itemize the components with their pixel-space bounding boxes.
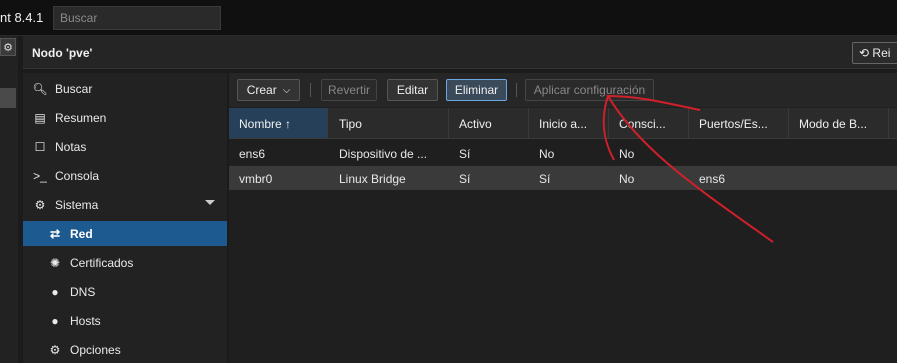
cogs-icon: ⚙ bbox=[34, 197, 46, 212]
create-label: Crear bbox=[246, 83, 277, 97]
column-header-name[interactable]: Nombre ↑ bbox=[229, 108, 328, 138]
cell-active: Sí bbox=[459, 147, 471, 161]
app-title: nt 8.4.1 bbox=[0, 10, 44, 25]
menu-label: Buscar bbox=[55, 81, 93, 96]
column-header-ports[interactable]: Puertos/Es... bbox=[689, 108, 789, 138]
cell-bond-mode bbox=[789, 166, 889, 190]
resource-tree-strip bbox=[0, 36, 18, 363]
menu-label: DNS bbox=[70, 284, 96, 299]
gear-icon: ⚙ bbox=[49, 342, 61, 357]
column-header-autostart[interactable]: Inicio a... bbox=[529, 108, 609, 138]
menu-item-hosts[interactable]: ● Hosts bbox=[23, 308, 227, 333]
table-row[interactable]: vmbr0 Linux Bridge Sí Sí No ens6 bbox=[229, 166, 897, 190]
menu-label: Notas bbox=[55, 139, 87, 154]
node-menu: 🔍︎ Buscar ▤ Resumen ☐ Notas >_ Consola ⚙… bbox=[23, 73, 227, 363]
exchange-icon: ⇄ bbox=[49, 226, 61, 241]
cell-vlan-aware: No bbox=[619, 172, 635, 186]
apply-config-button[interactable]: Aplicar configuración bbox=[525, 79, 654, 101]
reboot-button[interactable]: ⟲ Rei bbox=[852, 42, 897, 64]
menu-item-buscar[interactable]: 🔍︎ Buscar bbox=[23, 76, 227, 101]
cell-name: ens6 bbox=[239, 147, 266, 161]
menu-label: Opciones bbox=[70, 342, 121, 357]
menu-label: Resumen bbox=[55, 110, 107, 125]
column-header-active[interactable]: Activo bbox=[449, 108, 529, 138]
menu-item-resumen[interactable]: ▤ Resumen bbox=[23, 105, 227, 130]
globe-icon: ● bbox=[51, 313, 59, 328]
terminal-icon: >_ bbox=[33, 168, 47, 183]
menu-label: Consola bbox=[55, 168, 100, 183]
cell-name: vmbr0 bbox=[239, 172, 273, 186]
cell-active: Sí bbox=[459, 172, 471, 186]
menu-item-red[interactable]: ⇄ Red bbox=[23, 221, 227, 246]
gear-icon[interactable]: ⚙ bbox=[0, 38, 16, 56]
table-row[interactable]: ens6 Dispositivo de ... Sí No No bbox=[229, 141, 897, 165]
menu-label: Red bbox=[70, 226, 93, 241]
menu-item-sistema[interactable]: ⚙ Sistema bbox=[23, 192, 227, 217]
global-search-input[interactable]: Buscar bbox=[53, 6, 221, 30]
revert-button[interactable]: Revertir bbox=[321, 79, 377, 101]
cell-ports: ens6 bbox=[699, 172, 726, 186]
cell-autostart: No bbox=[539, 147, 555, 161]
book-icon: ▤ bbox=[34, 110, 46, 125]
menu-item-opciones[interactable]: ⚙ Opciones bbox=[23, 337, 227, 362]
cell-ports bbox=[689, 141, 789, 165]
column-header-bond-mode[interactable]: Modo de B... bbox=[789, 108, 889, 138]
column-header-vlan-aware[interactable]: Consci... bbox=[609, 108, 689, 138]
chevron-down-icon[interactable] bbox=[205, 200, 215, 205]
certificate-icon: ✺ bbox=[49, 255, 61, 270]
globe-icon: ● bbox=[51, 284, 59, 299]
menu-label: Hosts bbox=[70, 313, 101, 328]
toolbar-separator bbox=[310, 83, 311, 97]
menu-item-consola[interactable]: >_ Consola bbox=[23, 163, 227, 188]
cell-vlan-aware: No bbox=[619, 147, 635, 161]
note-icon: ☐ bbox=[34, 139, 46, 154]
cell-type: Linux Bridge bbox=[339, 172, 406, 186]
menu-label: Certificados bbox=[70, 255, 134, 270]
resource-tree-selected[interactable] bbox=[0, 88, 16, 108]
delete-button[interactable]: Eliminar bbox=[446, 79, 507, 101]
menu-item-notas[interactable]: ☐ Notas bbox=[23, 134, 227, 159]
menu-item-certificados[interactable]: ✺ Certificados bbox=[23, 250, 227, 275]
create-button[interactable]: Crear ⌵ bbox=[237, 79, 300, 101]
toolbar-separator bbox=[516, 83, 517, 97]
search-icon: 🔍︎ bbox=[32, 81, 48, 96]
column-header-type[interactable]: Tipo bbox=[329, 108, 449, 138]
reboot-label: Rei bbox=[872, 46, 891, 60]
chevron-down-icon: ⌵ bbox=[282, 84, 291, 96]
cell-type: Dispositivo de ... bbox=[339, 147, 428, 161]
cell-bond-mode bbox=[789, 141, 889, 165]
cell-autostart: Sí bbox=[539, 172, 551, 186]
edit-button[interactable]: Editar bbox=[387, 79, 438, 101]
node-header: Nodo 'pve' bbox=[23, 36, 897, 69]
menu-label: Sistema bbox=[55, 197, 99, 212]
top-bar: nt 8.4.1 Buscar bbox=[0, 0, 897, 36]
reboot-icon: ⟲ bbox=[859, 46, 870, 60]
page-title: Nodo 'pve' bbox=[32, 46, 93, 60]
menu-item-dns[interactable]: ● DNS bbox=[23, 279, 227, 304]
